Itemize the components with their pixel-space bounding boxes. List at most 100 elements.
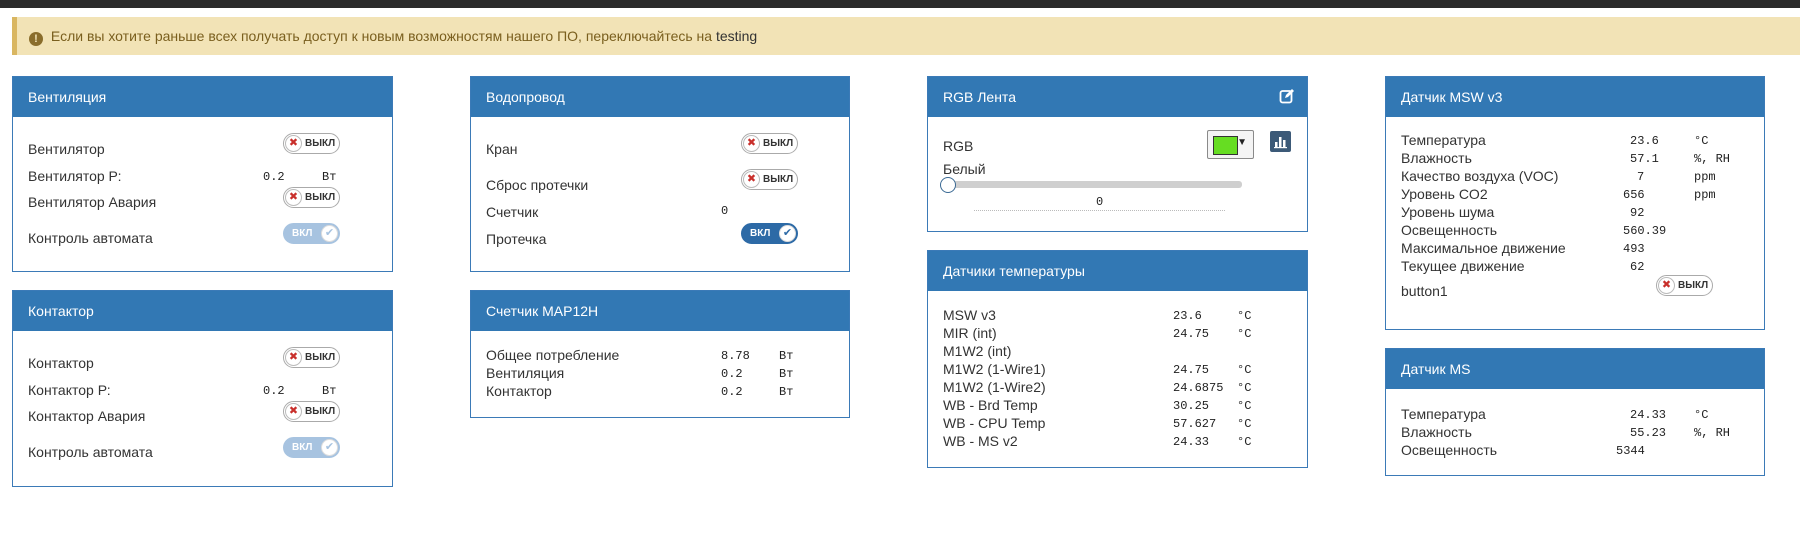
off-icon: ✖ — [285, 403, 302, 420]
alert-text: Если вы хотите раньше всех получать дост… — [50, 28, 713, 44]
button1-switch[interactable]: ✖ ВЫКЛ — [1656, 275, 1713, 296]
temp-unit: °C — [1237, 363, 1252, 377]
fan-alarm-switch[interactable]: ✖ ВЫКЛ — [283, 187, 340, 208]
info-icon: ! — [29, 32, 43, 46]
temp-unit: °C — [1237, 417, 1252, 431]
sensor-value: 5344 — [1616, 444, 1645, 458]
row-label: Максимальное движение — [1401, 240, 1566, 256]
row-label: Контактор — [486, 383, 552, 399]
panel-ventilation: Вентиляция Вентилятор ✖ ВЫКЛ Вентилятор … — [12, 76, 393, 272]
row-label: Текущее движение — [1401, 258, 1525, 274]
caret-down-icon: ▼ — [1237, 137, 1247, 148]
sensor-value: 92 — [1630, 206, 1645, 220]
white-label: Белый — [943, 161, 986, 177]
testing-link[interactable]: testing — [716, 28, 757, 44]
edit-icon[interactable] — [1279, 88, 1295, 104]
sensor-value: 62 — [1630, 260, 1645, 274]
temp-unit: °C — [1237, 381, 1252, 395]
panel-title: Счетчик MAP12H — [471, 291, 849, 331]
row-label: WB - MS v2 — [943, 433, 1018, 449]
white-slider-handle[interactable] — [940, 177, 956, 193]
row-label: Протечка — [486, 231, 547, 247]
breaker-control-switch: ВКЛ ✔ — [283, 437, 340, 458]
chart-button[interactable] — [1270, 131, 1291, 152]
leak-switch[interactable]: ВКЛ ✔ — [741, 223, 798, 244]
counter-value: 0 — [721, 204, 729, 218]
sensor-value: 493 — [1623, 242, 1645, 256]
row-label: Освещенность — [1401, 222, 1498, 238]
row-label: Температура — [1401, 406, 1486, 422]
check-icon: ✔ — [779, 225, 796, 242]
ventilation-consumption-unit: Вт — [779, 367, 794, 381]
total-consumption-unit: Вт — [779, 349, 794, 363]
panel-msw: Датчик MSW v3 Температура 23.6 °C Влажно… — [1385, 76, 1765, 330]
breaker-control-switch: ВКЛ ✔ — [283, 223, 340, 244]
row-label: Контроль автомата — [28, 444, 153, 460]
temp-value: 24.6875 — [1173, 381, 1224, 395]
contactor-power-unit: Вт — [322, 384, 337, 398]
sensor-value: 24.33 — [1630, 408, 1667, 422]
rgb-label: RGB — [943, 138, 974, 154]
valve-switch[interactable]: ✖ ВЫКЛ — [741, 133, 798, 154]
row-label: Влажность — [1401, 150, 1472, 166]
sensor-value: 57.1 — [1630, 152, 1659, 166]
row-label: Общее потребление — [486, 347, 620, 363]
row-label: Контактор — [28, 355, 94, 371]
temp-value: 30.25 — [1173, 399, 1210, 413]
sensor-value: 23.6 — [1630, 134, 1659, 148]
panel-rgb: RGB Лента RGB ▼ Белый 0 — [927, 76, 1308, 232]
temp-value: 57.627 — [1173, 417, 1217, 431]
row-label: Вентилятор — [28, 141, 105, 157]
row-label: Температура — [1401, 132, 1486, 148]
sensor-value: 7 — [1637, 170, 1645, 184]
contactor-consumption-unit: Вт — [779, 385, 794, 399]
sensor-unit: ppm — [1694, 170, 1716, 184]
off-icon: ✖ — [285, 349, 302, 366]
contactor-switch[interactable]: ✖ ВЫКЛ — [283, 347, 340, 368]
panel-title: Водопровод — [471, 77, 849, 117]
off-icon: ✖ — [285, 189, 302, 206]
temp-value: 23.6 — [1173, 309, 1202, 323]
sensor-value: 55.23 — [1630, 426, 1667, 440]
contactor-alarm-switch[interactable]: ✖ ВЫКЛ — [283, 401, 340, 422]
sensor-unit: ppm — [1694, 188, 1716, 202]
row-label: Вентиляция — [486, 365, 565, 381]
rgb-color-picker[interactable]: ▼ — [1207, 130, 1254, 159]
ventilation-consumption-value: 0.2 — [721, 367, 743, 381]
row-label: Сброс протечки — [486, 177, 589, 193]
top-navbar — [0, 0, 1800, 8]
button1-label: button1 — [1401, 283, 1448, 299]
row-label: Влажность — [1401, 424, 1472, 440]
leak-reset-switch[interactable]: ✖ ВЫКЛ — [741, 169, 798, 190]
panel-ms: Датчик MS Температура 24.33 °C Влажность… — [1385, 348, 1765, 476]
row-label: WB - CPU Temp — [943, 415, 1046, 431]
sensor-unit: %, RH — [1694, 152, 1731, 166]
off-icon: ✖ — [285, 135, 302, 152]
color-swatch — [1213, 136, 1238, 155]
temp-value: 24.33 — [1173, 435, 1210, 449]
panel-meter: Счетчик MAP12H Общее потребление 8.78 Вт… — [470, 290, 850, 418]
row-label: Контактор Р: — [28, 382, 111, 398]
panel-title: Датчики температуры — [928, 251, 1307, 291]
row-label: Освещенность — [1401, 442, 1498, 458]
temp-unit: °C — [1237, 399, 1252, 413]
row-label: M1W2 (1-Wire2) — [943, 379, 1046, 395]
sensor-unit: °C — [1694, 408, 1709, 422]
contactor-consumption-value: 0.2 — [721, 385, 743, 399]
fan-switch[interactable]: ✖ ВЫКЛ — [283, 133, 340, 154]
white-slider[interactable] — [948, 181, 1242, 188]
fan-power-unit: Вт — [322, 170, 337, 184]
row-label: Уровень шума — [1401, 204, 1495, 220]
panel-water: Водопровод Кран ✖ ВЫКЛ Сброс протечки ✖ … — [470, 76, 850, 272]
row-label: Контроль автомата — [28, 230, 153, 246]
row-label: Кран — [486, 141, 518, 157]
row-label: M1W2 (1-Wire1) — [943, 361, 1046, 377]
total-consumption-value: 8.78 — [721, 349, 750, 363]
sensor-value: 560.39 — [1623, 224, 1667, 238]
sensor-unit: °C — [1694, 134, 1709, 148]
row-label: MSW v3 — [943, 307, 996, 323]
panel-title: Датчик MSW v3 — [1386, 77, 1764, 117]
sensor-value: 656 — [1623, 188, 1645, 202]
fan-power-value: 0.2 — [263, 170, 285, 184]
contactor-power-value: 0.2 — [263, 384, 285, 398]
